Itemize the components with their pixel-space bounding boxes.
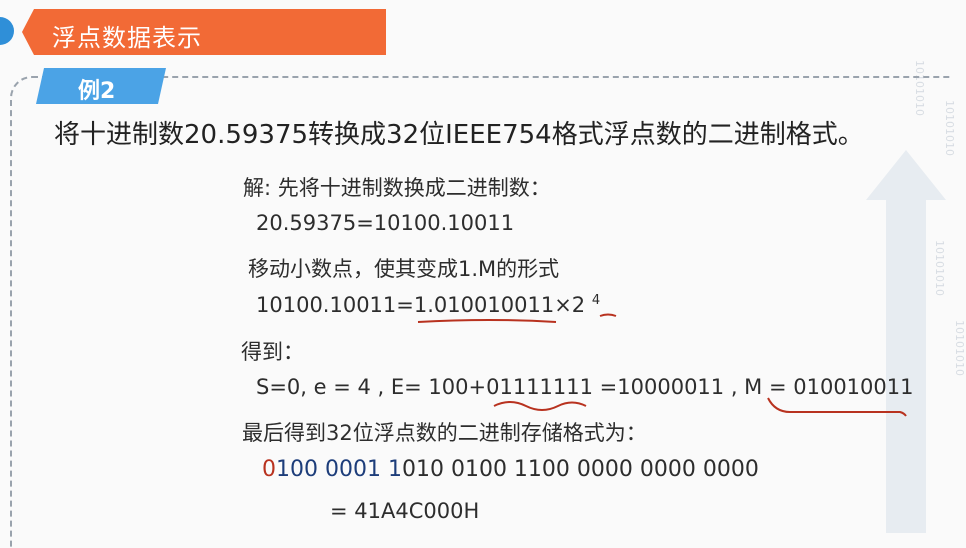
final-intro: 最后得到32位浮点数的二进制存储格式为：: [242, 421, 647, 445]
fields-line: S=0, e = 4 , E= 100+01111111 =10000011 ,…: [256, 375, 914, 399]
example-tag-label: 例2: [78, 79, 116, 104]
slide-indicator-dot: [0, 17, 14, 45]
binary-equation: 20.59375=10100.10011: [256, 211, 515, 235]
got-label: 得到：: [241, 340, 304, 364]
title-banner: 浮点数据表示: [22, 9, 386, 55]
solution-intro: 解: 先将十进制数换成二进制数：: [243, 176, 551, 200]
slide-title: 浮点数据表示: [52, 24, 202, 52]
sign-bit: 0: [262, 457, 276, 482]
problem-statement: 将十进制数20.59375转换成32位IEEE754格式浮点数的二进制格式。: [54, 120, 864, 150]
exponent-superscript: 4: [591, 293, 601, 308]
times-two: ×2: [554, 293, 586, 317]
svg-text:10101010: 10101010: [953, 320, 966, 376]
bit-pattern: 0100 0001 1010 0100 1100 0000 0000 0000: [262, 457, 759, 482]
move-point-text: 移动小数点，使其变成1.M的形式: [248, 257, 560, 281]
normalized-mantissa: 1.010010011: [413, 293, 555, 317]
normalized-lhs: 10100.10011=: [256, 293, 414, 317]
normalized-form: 10100.10011=1.010010011×2 4: [256, 293, 600, 317]
hex-result: = 41A4C000H: [330, 499, 480, 523]
mantissa-bits: 010 0100 1100 0000 0000 0000: [401, 457, 759, 482]
exponent-bits: 100 0001 1: [276, 457, 402, 482]
example-tag: 例2: [36, 68, 166, 104]
